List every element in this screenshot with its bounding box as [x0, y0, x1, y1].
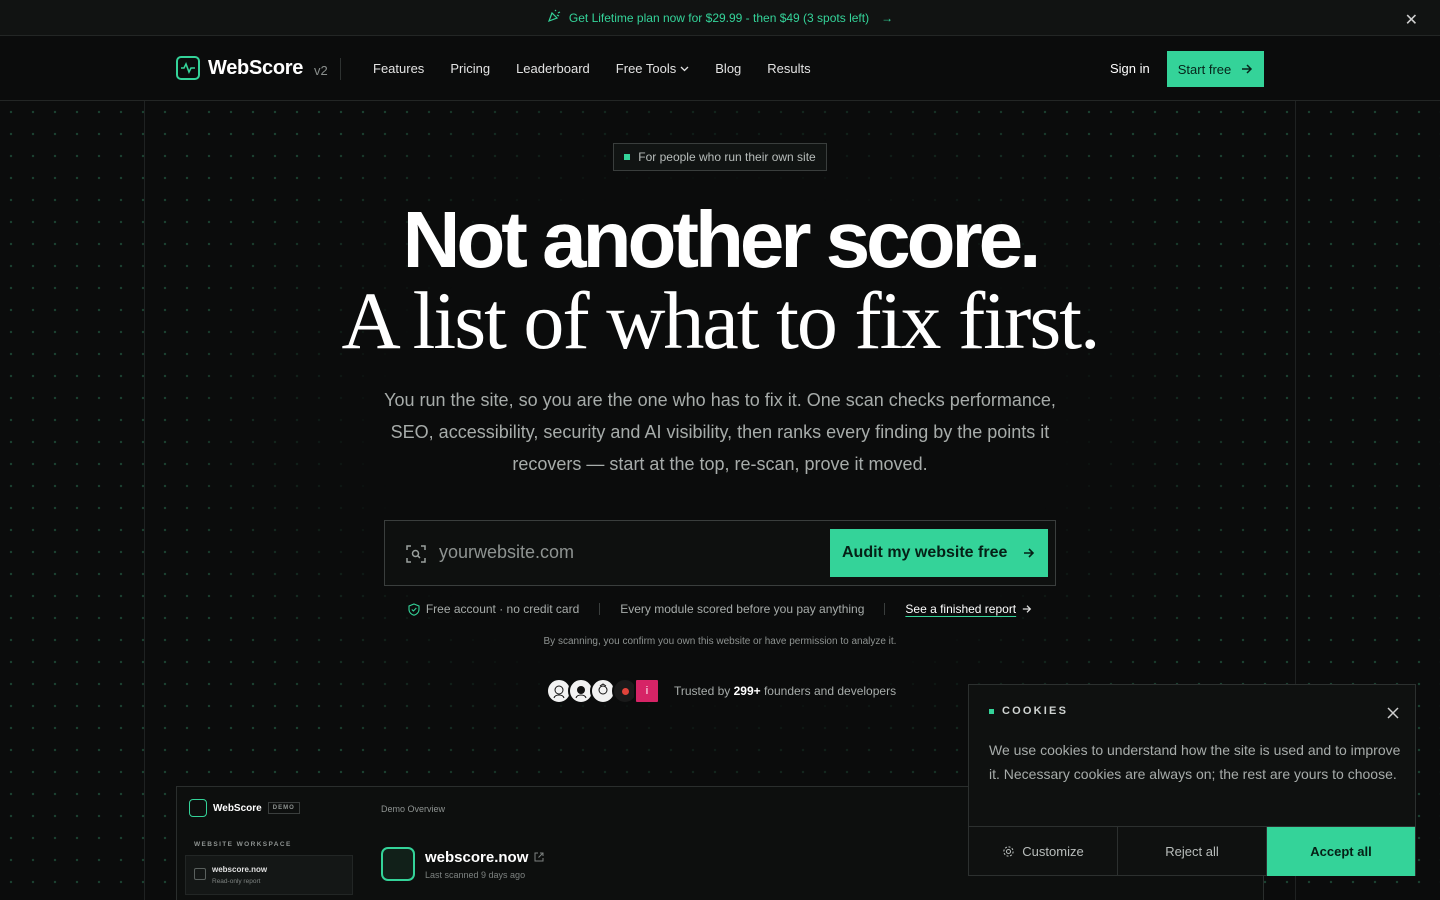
customize-button[interactable]: Customize [969, 827, 1118, 876]
see-report-link[interactable]: See a finished report [905, 602, 1016, 616]
perk-every-module: Every module scored before you pay anyth… [600, 602, 884, 616]
gear-icon [1003, 846, 1014, 857]
demo-brand-name: WebScore [213, 802, 262, 814]
avatar-group: i [546, 678, 660, 704]
arrow-right-icon [1022, 605, 1032, 613]
trusted-row: i Trusted by 299+ founders and developer… [546, 678, 896, 704]
start-free-label: Start free [1177, 61, 1232, 77]
perk-every-module-text: Every module scored before you pay anyth… [620, 602, 865, 616]
cookie-banner: COOKIES We use cookies to understand how… [968, 684, 1416, 876]
audit-button-label: Audit my website free [842, 544, 1008, 561]
demo-tag: DEMO [267, 802, 300, 814]
scan-search-icon [405, 543, 427, 570]
demo-site-name: webscore.now [425, 848, 529, 866]
chevron-down-icon [680, 66, 689, 71]
workspace-item-title: webscore.now [212, 865, 268, 874]
external-link-icon[interactable] [534, 852, 544, 862]
announcement-bar[interactable]: Get Lifetime plan now for $29.99 - then … [0, 0, 1440, 36]
hero-subtitle: You run the site, so you are the one who… [384, 390, 1056, 474]
nav-link-results[interactable]: Results [767, 61, 810, 76]
top-navigation: WebScore v2 Features Pricing Leaderboard… [0, 37, 1440, 101]
nav-link-free-tools[interactable]: Free Tools [616, 61, 689, 76]
cookie-text: We use cookies to understand how the sit… [989, 742, 1401, 782]
nav-links: Features Pricing Leaderboard Free Tools … [373, 61, 811, 76]
audience-badge: For people who run their own site [613, 143, 827, 171]
customize-label: Customize [1022, 844, 1084, 859]
badge-square-icon [624, 154, 631, 160]
arrow-right-icon [1024, 548, 1035, 558]
demo-site-header: webscore.now Last scanned 9 days ago [381, 847, 544, 881]
pulse-icon [189, 799, 207, 817]
nav-divider [340, 58, 341, 80]
workspace-label: WEBSITE WORKSPACE [194, 841, 292, 848]
audit-button[interactable]: Audit my website free [830, 529, 1048, 577]
website-url-input[interactable]: yourwebsite.com [439, 542, 574, 563]
nav-link-features[interactable]: Features [373, 61, 424, 76]
perk-see-report[interactable]: See a finished report [885, 602, 1052, 616]
trusted-prefix: Trusted by [674, 684, 731, 698]
nav-link-blog[interactable]: Blog [715, 61, 741, 76]
demo-last-scanned: Last scanned 9 days ago [425, 869, 526, 880]
brand-logo[interactable]: WebScore v2 [176, 56, 328, 80]
audit-form: yourwebsite.com Audit my website free [384, 520, 1056, 586]
badge-text: For people who run their own site [638, 150, 816, 164]
brand-version: v2 [314, 62, 328, 78]
avatar: i [634, 678, 660, 704]
cookie-title: COOKIES [989, 705, 1068, 717]
sign-in-link[interactable]: Sign in [1110, 61, 1150, 76]
announcement-text[interactable]: Get Lifetime plan now for $29.99 - then … [569, 11, 869, 25]
hero-headline: Not another score. [402, 195, 1042, 284]
accept-all-button[interactable]: Accept all [1267, 827, 1415, 876]
pulse-icon [381, 847, 415, 881]
trusted-text: Trusted by 299+ founders and developers [674, 684, 896, 698]
pulse-icon [194, 868, 206, 880]
cookie-title-text: COOKIES [1002, 705, 1069, 717]
pulse-icon [176, 56, 200, 80]
workspace-item[interactable]: webscore.now Read-only report [185, 855, 353, 895]
cookie-square-icon [989, 708, 994, 714]
workspace-item-subtitle: Read-only report [212, 878, 261, 885]
start-free-button[interactable]: Start free [1167, 51, 1264, 87]
hero-headline-serif: A list of what to fix first. [341, 275, 1100, 366]
nav-link-leaderboard[interactable]: Leaderboard [516, 61, 590, 76]
trusted-count: 299+ [733, 684, 761, 698]
reject-all-button[interactable]: Reject all [1118, 827, 1267, 876]
close-icon[interactable] [1387, 703, 1399, 724]
brand-name: WebScore [208, 56, 304, 79]
perks-row: Free account · no credit card Every modu… [0, 602, 1440, 616]
perk-free-account-text: Free account · no credit card [425, 602, 580, 616]
shield-check-icon [408, 602, 420, 616]
demo-brand: WebScore DEMO [189, 799, 300, 817]
trusted-suffix: founders and developers [763, 684, 897, 698]
arrow-right-icon: → [881, 10, 894, 25]
demo-overview-label: Demo Overview [381, 804, 446, 814]
consent-note: By scanning, you confirm you own this we… [543, 636, 897, 647]
nav-link-free-tools-label: Free Tools [615, 61, 677, 76]
arrow-right-icon [1242, 64, 1253, 74]
cookie-actions: Customize Reject all Accept all [969, 826, 1415, 876]
perk-free-account: Free account · no credit card [388, 602, 599, 616]
close-icon[interactable]: ✕ [1405, 10, 1418, 30]
nav-link-pricing[interactable]: Pricing [450, 61, 490, 76]
party-icon [547, 9, 561, 26]
